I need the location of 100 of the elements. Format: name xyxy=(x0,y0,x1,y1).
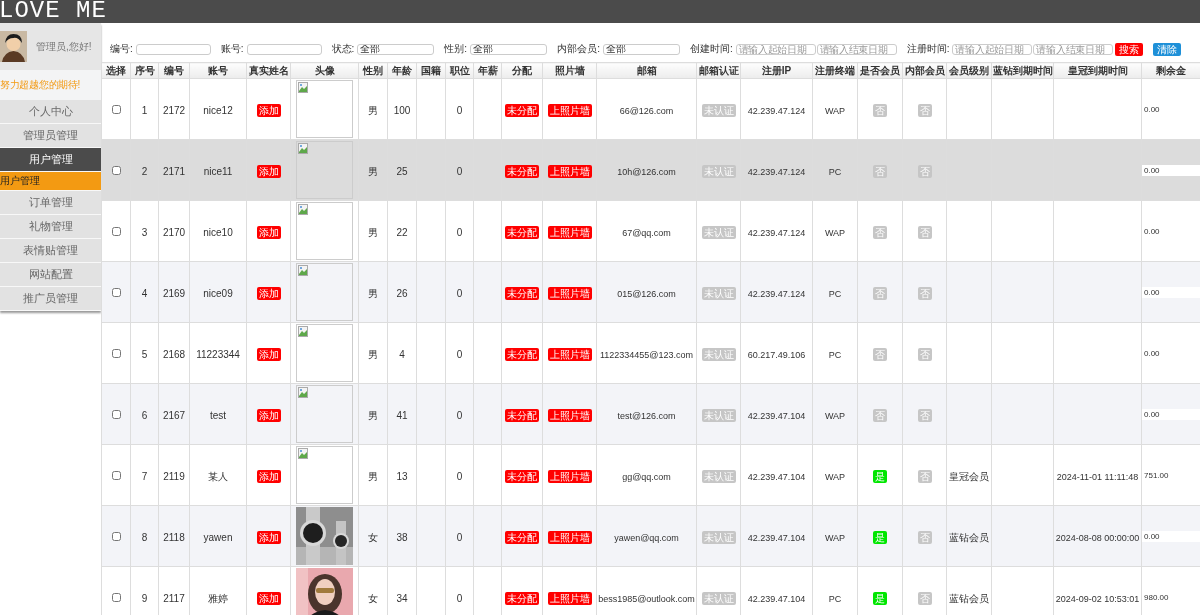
balance-field[interactable]: 0.00 xyxy=(1142,408,1200,420)
add-button[interactable]: 添加 xyxy=(256,104,281,117)
column-header: 职位 xyxy=(445,62,474,79)
column-header: 账号 xyxy=(189,62,247,79)
add-button[interactable]: 添加 xyxy=(256,592,281,605)
menu-item[interactable]: 礼物管理 xyxy=(0,215,101,239)
balance-field[interactable]: 0.00 xyxy=(1142,530,1200,542)
row-checkbox[interactable] xyxy=(111,593,121,602)
assign-button[interactable]: 未分配 xyxy=(505,531,539,544)
table-cell: 10h@126.com xyxy=(617,167,676,177)
photo-wall-button[interactable]: 上照片墙 xyxy=(547,531,592,544)
search-button[interactable]: 搜索 xyxy=(1115,43,1144,56)
date-field[interactable]: 请输入起始日期 xyxy=(735,43,816,55)
table-cell: 4 xyxy=(399,349,405,360)
table-cell: 4 xyxy=(141,288,148,299)
menu-item[interactable]: 订单管理 xyxy=(0,191,101,215)
date-field[interactable]: 请输入结束日期 xyxy=(816,43,897,55)
photo-wall-button[interactable]: 上照片墙 xyxy=(547,104,592,117)
assign-button[interactable]: 未分配 xyxy=(505,348,539,361)
photo-wall-button[interactable]: 上照片墙 xyxy=(547,348,592,361)
table-cell: 13 xyxy=(396,471,408,482)
table-cell: 2172 xyxy=(162,105,186,116)
column-header: 邮箱认证 xyxy=(696,62,741,79)
table-cell: 42.239.47.104 xyxy=(747,594,806,604)
table-cell: PC xyxy=(828,167,842,177)
menu-item[interactable]: 个人中心 xyxy=(0,100,101,124)
photo-wall-button[interactable]: 上照片墙 xyxy=(547,287,592,300)
input-field[interactable] xyxy=(246,43,322,55)
table-cell: WAP xyxy=(824,228,846,238)
row-checkbox[interactable] xyxy=(111,532,121,541)
menu-item[interactable]: 管理员管理 xyxy=(0,124,101,148)
filter-label: 内部会员: xyxy=(557,42,600,56)
table-cell: 皇冠会员 xyxy=(949,471,989,482)
table-cell: 2024-09-02 10:53:01 xyxy=(1055,594,1140,604)
filter-label: 状态: xyxy=(331,42,355,56)
column-header: 皇冠到期时间 xyxy=(1053,62,1142,79)
motto-text: 努力超越您的期待! xyxy=(0,78,82,92)
assign-button[interactable]: 未分配 xyxy=(505,165,539,178)
add-button[interactable]: 添加 xyxy=(256,226,281,239)
table-cell: 7 xyxy=(141,471,148,482)
add-button[interactable]: 添加 xyxy=(256,165,281,178)
row-checkbox[interactable] xyxy=(111,227,121,236)
table-cell: 2170 xyxy=(162,227,186,238)
add-button[interactable]: 添加 xyxy=(256,470,281,483)
assign-button[interactable]: 未分配 xyxy=(505,226,539,239)
add-button[interactable]: 添加 xyxy=(256,348,281,361)
column-header: 会员级别 xyxy=(946,62,992,79)
photo-wall-button[interactable]: 上照片墙 xyxy=(547,470,592,483)
date-field[interactable]: 请输入结束日期 xyxy=(1033,43,1114,55)
menu-item[interactable]: 用户管理 xyxy=(0,148,101,172)
add-button[interactable]: 添加 xyxy=(256,287,281,300)
table-cell: 015@126.com xyxy=(617,289,676,299)
photo-wall-button[interactable]: 上照片墙 xyxy=(547,226,592,239)
table-cell: PC xyxy=(828,594,842,604)
assign-button[interactable]: 未分配 xyxy=(505,104,539,117)
assign-button[interactable]: 未分配 xyxy=(505,470,539,483)
menu-item[interactable]: 网站配置 xyxy=(0,263,101,287)
column-header: 照片墙 xyxy=(542,62,597,79)
table-cell: nice11 xyxy=(203,166,233,177)
column-header: 注册IP xyxy=(740,62,813,79)
assign-button[interactable]: 未分配 xyxy=(505,287,539,300)
row-checkbox[interactable] xyxy=(111,349,121,358)
table-cell: 1 xyxy=(141,105,148,116)
row-checkbox[interactable] xyxy=(111,166,121,175)
balance-field[interactable]: 0.00 xyxy=(1142,286,1200,298)
table-cell: 42.239.47.104 xyxy=(747,411,806,421)
row-checkbox[interactable] xyxy=(111,105,121,114)
table-cell: 蓝钻会员 xyxy=(949,532,989,543)
filter-label: 账号: xyxy=(220,42,244,56)
filter-label: 性别: xyxy=(444,42,468,56)
submenu-item[interactable]: 用户管理 xyxy=(0,172,101,191)
balance-field[interactable]: 0.00 xyxy=(1142,164,1200,176)
menu-item[interactable]: 推广员管理 xyxy=(0,287,101,311)
column-header: 性别 xyxy=(358,62,388,79)
table-cell: 9 xyxy=(141,593,148,604)
table-cell: 0 xyxy=(456,227,463,238)
add-button[interactable]: 添加 xyxy=(256,409,281,422)
photo-wall-button[interactable]: 上照片墙 xyxy=(547,165,592,178)
date-field[interactable]: 请输入起始日期 xyxy=(952,43,1033,55)
table-cell: 0 xyxy=(456,166,463,177)
filter-label: 创建时间: xyxy=(689,42,733,56)
broken-image-icon xyxy=(298,143,308,154)
assign-button[interactable]: 未分配 xyxy=(505,592,539,605)
input-field[interactable] xyxy=(135,43,211,55)
row-checkbox[interactable] xyxy=(111,288,121,297)
table-cell: 0 xyxy=(456,593,463,604)
table-cell: 0 xyxy=(456,105,463,116)
menu-item[interactable]: 表情贴管理 xyxy=(0,239,101,263)
row-checkbox[interactable] xyxy=(111,471,121,480)
table-cell: 男 xyxy=(368,166,378,177)
table-cell: 60.217.49.106 xyxy=(747,350,806,360)
photo-wall-button[interactable]: 上照片墙 xyxy=(547,592,592,605)
column-header: 头像 xyxy=(290,62,359,79)
photo-wall-button[interactable]: 上照片墙 xyxy=(547,409,592,422)
assign-button[interactable]: 未分配 xyxy=(505,409,539,422)
column-header: 年薪 xyxy=(473,62,502,79)
clear-button[interactable]: 清除 xyxy=(1153,43,1182,56)
add-button[interactable]: 添加 xyxy=(256,531,281,544)
table-cell: 2024-08-08 00:00:00 xyxy=(1055,533,1140,543)
row-checkbox[interactable] xyxy=(111,410,121,419)
